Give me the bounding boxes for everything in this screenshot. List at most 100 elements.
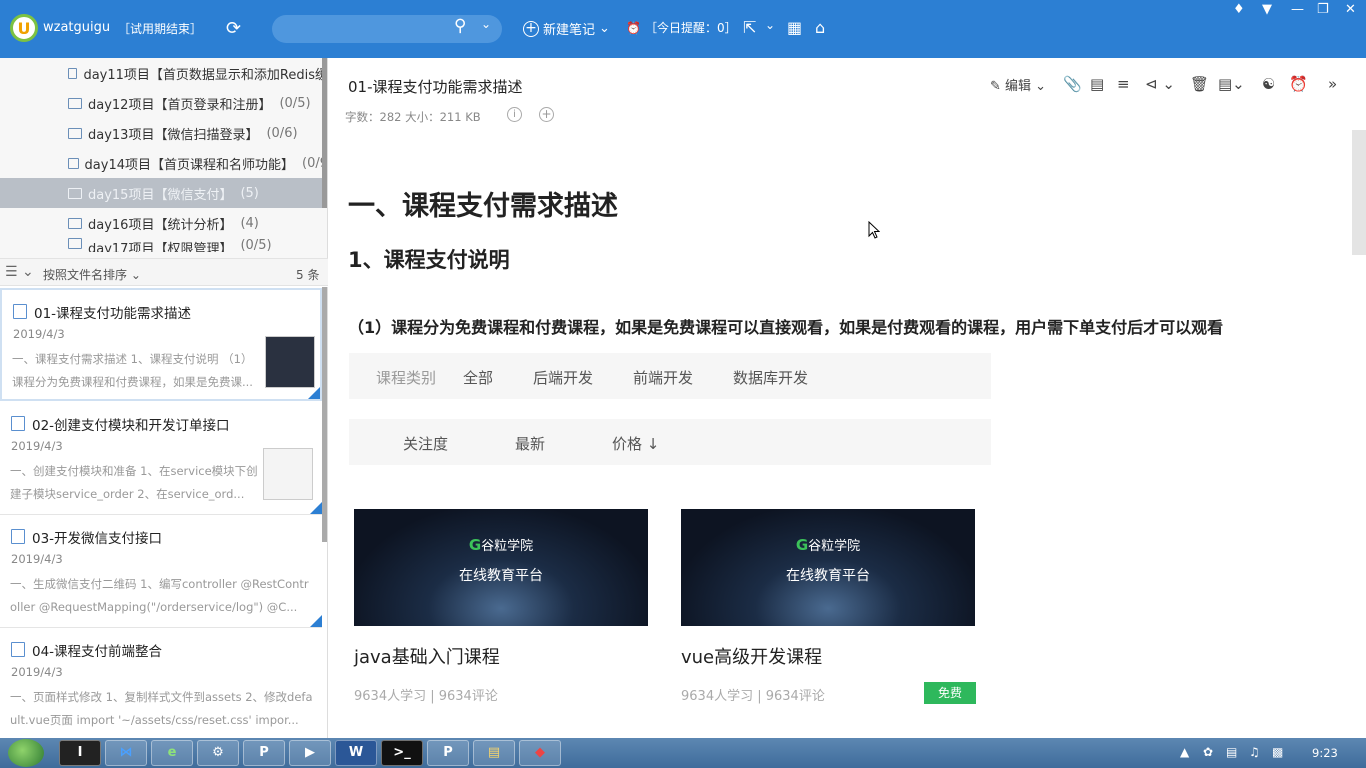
brand-name: 谷粒学院	[481, 539, 534, 554]
category-item: 后端开发	[533, 369, 594, 387]
note-date: 2019/4/3	[11, 439, 63, 453]
minimize-icon[interactable]: —	[1291, 2, 1304, 17]
document-icon	[11, 529, 25, 544]
delete-icon[interactable]: 🗑	[1190, 75, 1209, 93]
read-mode-icon[interactable]: ▤⌄	[1218, 75, 1245, 93]
network-icon[interactable]: ▩	[1272, 745, 1283, 759]
close-icon[interactable]: ✕	[1345, 2, 1356, 17]
tray-app-icon[interactable]: ✿	[1203, 745, 1213, 759]
taskbar-app-word-icon[interactable]: W	[335, 740, 377, 766]
home-icon[interactable]: ⌂	[815, 18, 825, 37]
list-item[interactable]: 04-课程支付前端整合 2019/4/3 一、页面样式修改 1、复制样式文件到a…	[0, 628, 322, 738]
taskbar-app-intellij-icon[interactable]: I	[59, 740, 101, 766]
note-thumbnail	[263, 448, 313, 500]
taskbar-app-note-icon[interactable]: ◆	[519, 740, 561, 766]
tray-arrow-icon[interactable]: ▲	[1180, 745, 1189, 759]
reminder-button[interactable]: ⏰ ［今日提醒：0］	[626, 19, 737, 36]
course-name: vue高级开发课程	[681, 647, 823, 668]
sort-bar: ☰ ⌄ 按照文件名排序 ⌄ 5 条	[0, 258, 328, 286]
sort-item: 最新	[515, 435, 546, 453]
clock[interactable]: 9:23	[1312, 746, 1338, 760]
taskbar-app-settings-icon[interactable]: ⚙	[197, 740, 239, 766]
start-button[interactable]	[8, 739, 44, 767]
category-label: 课程类别	[376, 369, 437, 387]
list-item[interactable]: 03-开发微信支付接口 2019/4/3 一、生成微信支付二维码 1、编写con…	[0, 515, 322, 628]
taskbar-app-browser-icon[interactable]: e	[151, 740, 193, 766]
sort-dropdown[interactable]: 按照文件名排序 ⌄	[43, 266, 141, 283]
attachment-icon[interactable]: 📎	[1063, 75, 1082, 93]
chevron-down-icon[interactable]: ⌄	[481, 17, 491, 31]
taskbar-app-powerpoint-icon[interactable]: P	[243, 740, 285, 766]
note-count: 5 条	[296, 268, 320, 282]
username-label[interactable]: wzatguigu	[43, 20, 110, 35]
sort-item: 价格 ↓	[612, 435, 660, 453]
alarm-icon: ⏰	[626, 20, 641, 35]
list-view-icon[interactable]: ☰ ⌄	[5, 264, 34, 280]
edit-button[interactable]: ✎ 编辑 ⌄	[990, 75, 1046, 94]
search-input[interactable]	[272, 15, 502, 43]
folder-icon	[68, 187, 82, 199]
taskbar-app-vscode-icon[interactable]: ⋈	[105, 740, 147, 766]
heading-1: 一、课程支付需求描述	[348, 191, 618, 222]
tree-item-day16[interactable]: day16项目【统计分析】 (4)	[0, 208, 327, 238]
note-title-heading[interactable]: 01-课程支付功能需求描述	[348, 76, 523, 97]
taskbar-app-p-icon[interactable]: P	[427, 740, 469, 766]
tree-item-label: day15项目【微信支付】	[88, 187, 233, 203]
course-screenshot-image: 课程类别 全部 后端开发 前端开发 数据库开发 关注度 最新 价格 ↓ G谷粒学…	[349, 353, 991, 713]
folder-icon	[68, 67, 78, 79]
trial-status[interactable]: ［试用期结束］	[118, 20, 202, 37]
taskbar-app-terminal-icon[interactable]: >_	[381, 740, 423, 766]
tree-item-day12[interactable]: day12项目【首页登录和注册】 (0/5)	[0, 88, 327, 118]
tree-item-day11[interactable]: day11项目【首页数据显示和添加Redis缓	[0, 58, 328, 88]
tree-item-label: day11项目【首页数据显示和添加Redis缓	[83, 67, 328, 83]
chevron-down-icon: ⌄	[599, 21, 610, 36]
taskbar-app-player-icon[interactable]: ▶	[289, 740, 331, 766]
list-item[interactable]: 01-课程支付功能需求描述 2019/4/3 一、课程支付需求描述 1、课程支付…	[0, 288, 322, 401]
editor-scrollbar[interactable]	[1352, 130, 1366, 255]
tree-item-day17[interactable]: day17项目【权限管理】 (0/5)	[0, 238, 327, 252]
category-bar: 课程类别 全部 后端开发 前端开发 数据库开发	[349, 353, 991, 399]
history-icon[interactable]: ≡	[1117, 75, 1130, 93]
info-icon[interactable]: i	[507, 107, 522, 122]
taskbar-app-folder-icon[interactable]: ▤	[473, 740, 515, 766]
tree-item-day14[interactable]: day14项目【首页课程和名师功能】 (0/9	[0, 148, 327, 178]
more-icon[interactable]: »	[1328, 75, 1337, 93]
list-item[interactable]: 02-创建支付模块和开发订单接口 2019/4/3 一、创建支付模块和准备 1、…	[0, 402, 322, 515]
comment-icon[interactable]: ▤	[1090, 75, 1104, 93]
alarm-icon[interactable]: ⏰	[1289, 75, 1308, 93]
folder-icon	[68, 97, 82, 109]
note-meta-text: 字数：282 大小：211 KB	[345, 110, 481, 124]
skin-icon[interactable]: ♦	[1233, 2, 1245, 17]
add-tag-icon[interactable]: +	[539, 107, 554, 122]
note-date: 2019/4/3	[11, 552, 63, 566]
restore-icon[interactable]: ❐	[1317, 2, 1329, 17]
app-logo-icon: U	[10, 14, 38, 42]
tree-item-label: day13项目【微信扫描登录】	[88, 127, 259, 143]
note-snippet: 一、创建支付模块和准备 1、在service模块下创建子模块service_or…	[10, 464, 258, 501]
grid-icon[interactable]: ▦	[787, 18, 802, 37]
brand-logo-icon: G	[468, 536, 482, 554]
tree-item-label: day16项目【统计分析】	[88, 217, 233, 233]
tree-item-day15[interactable]: day15项目【微信支付】 (5)	[0, 178, 327, 208]
menu-icon[interactable]: ▼	[1262, 2, 1272, 17]
tree-item-label: day12项目【首页登录和注册】	[88, 97, 272, 113]
course-card: G谷粒学院 在线教育平台 vue高级开发课程 9634人学习 | 9634评论 …	[681, 509, 976, 709]
taskbar: I ⋈ e ⚙ P ▶ W >_ P ▤ ◆ ▲ ✿ ▤ ♫ ▩ 9:23	[0, 738, 1366, 768]
category-item: 全部	[463, 369, 494, 387]
tree-item-day13[interactable]: day13项目【微信扫描登录】 (0/6)	[0, 118, 327, 148]
chevron-down-icon[interactable]: ⌄	[765, 18, 775, 32]
volume-icon[interactable]: ♫	[1249, 745, 1260, 759]
expand-icon[interactable]: ⇱	[743, 18, 756, 37]
tree-scrollbar[interactable]	[322, 58, 327, 208]
search-icon[interactable]: ⚲	[454, 16, 466, 36]
sync-icon[interactable]: ⟳	[226, 18, 241, 39]
brand-name: 谷粒学院	[808, 539, 861, 554]
folder-icon	[68, 238, 82, 249]
new-note-button[interactable]: + 新建笔记 ⌄	[523, 19, 610, 38]
course-slogan: 在线教育平台	[786, 568, 870, 584]
course-brand: G谷粒学院	[681, 535, 975, 554]
share-icon[interactable]: ⊲ ⌄	[1145, 75, 1175, 93]
note-list-scrollbar[interactable]	[322, 287, 327, 542]
sync-note-icon[interactable]: ☯	[1262, 75, 1275, 93]
tray-device-icon[interactable]: ▤	[1226, 745, 1237, 759]
